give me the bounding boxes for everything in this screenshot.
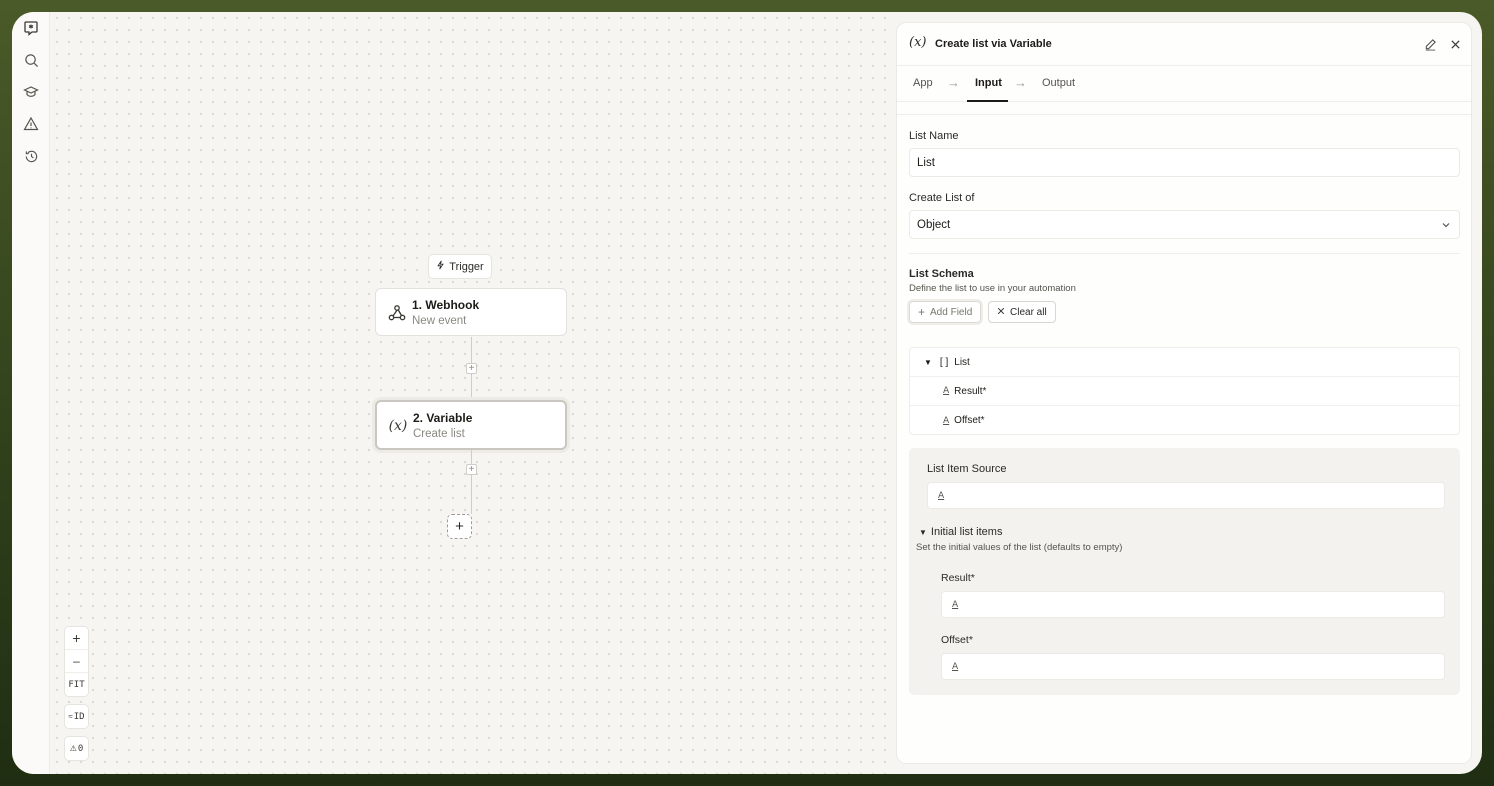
node-subtitle: New event <box>412 315 467 327</box>
warning-icon[interactable] <box>23 116 39 132</box>
eye-off-icon: ≈ <box>68 712 73 721</box>
panel-header: (x) Create list via Variable <box>897 23 1471 66</box>
caret-down-icon: ▼ <box>919 528 927 537</box>
webhook-node[interactable]: 1. Webhook New event <box>375 288 567 336</box>
schema-field-row[interactable]: A Offset* <box>910 406 1459 435</box>
schema-root-row[interactable]: ▼ [ ] List <box>910 348 1459 377</box>
initial-items-toggle[interactable]: ▼ Initial list items <box>919 526 1002 538</box>
list-item-source-section: List Item Source A ▼ Initial list items S… <box>909 448 1460 695</box>
variable-icon: (x) <box>909 35 927 50</box>
list-name-input[interactable]: List <box>909 148 1460 177</box>
initial-result-input[interactable]: A <box>941 591 1445 618</box>
step-tabs: App → Input → Output <box>897 66 1471 102</box>
node-subtitle: Create list <box>413 428 465 440</box>
schema-field-label: Offset* <box>954 415 985 426</box>
schema-field-row[interactable]: A Result* <box>910 377 1459 406</box>
workflow-canvas[interactable]: Trigger 1. Webhook New event + (x) 2. Va… <box>51 12 896 774</box>
trigger-badge[interactable]: Trigger <box>428 254 492 279</box>
graduation-cap-icon[interactable] <box>23 84 39 100</box>
insert-step-button[interactable]: + <box>466 464 477 475</box>
zoom-in-button[interactable]: + <box>65 627 88 650</box>
text-type-icon: A <box>952 661 959 672</box>
tab-app[interactable]: App <box>913 77 933 89</box>
history-icon[interactable] <box>23 148 39 164</box>
panel-title: Create list via Variable <box>935 38 1052 50</box>
step-config-panel: (x) Create list via Variable App → Input… <box>896 22 1472 764</box>
tab-output[interactable]: Output <box>1042 77 1075 89</box>
variable-icon: (x) <box>388 418 408 434</box>
initial-result-label: Result* <box>941 572 975 584</box>
caret-down-icon[interactable]: ▼ <box>924 358 932 367</box>
close-icon <box>997 307 1005 318</box>
initial-offset-input[interactable]: A <box>941 653 1445 680</box>
connector-line <box>471 450 472 514</box>
warning-icon: ⚠ <box>69 744 77 753</box>
zoom-out-button[interactable]: – <box>65 650 88 673</box>
arrow-right-icon: → <box>947 75 960 90</box>
warning-count: 0 <box>77 743 84 754</box>
zoom-controls: + – FIT <box>64 626 89 697</box>
warnings-button[interactable]: ⚠ 0 <box>64 736 89 761</box>
chevron-down-icon <box>1441 220 1451 230</box>
divider <box>897 114 1471 115</box>
node-title: 2. Variable <box>413 411 473 425</box>
logo-icon[interactable] <box>23 20 39 36</box>
schema-tree: ▼ [ ] List A Result* A Offset* <box>909 347 1460 435</box>
text-type-icon: A <box>938 490 945 501</box>
insert-step-button[interactable]: + <box>466 363 477 374</box>
toggle-id-button[interactable]: ≈ ID <box>64 704 89 729</box>
list-name-label: List Name <box>909 130 959 142</box>
add-step-button[interactable]: + <box>447 514 472 539</box>
close-icon[interactable] <box>1447 36 1463 52</box>
active-tab-indicator <box>967 100 1008 102</box>
initial-offset-label: Offset* <box>941 634 973 646</box>
left-rail <box>12 12 50 774</box>
id-label: ID <box>73 711 85 722</box>
schema-field-label: Result* <box>954 385 987 397</box>
array-type-glyph: [ ] <box>939 356 949 368</box>
list-schema-title: List Schema <box>909 268 974 280</box>
node-title: 1. Webhook <box>412 298 480 312</box>
bolt-icon <box>436 260 445 273</box>
list-item-source-input[interactable]: A <box>927 482 1445 509</box>
tab-input[interactable]: Input <box>975 77 1002 89</box>
initial-items-description: Set the initial values of the list (defa… <box>916 542 1123 553</box>
selected-value: Object <box>917 218 951 231</box>
clear-all-button[interactable]: Clear all <box>988 301 1056 323</box>
trigger-label: Trigger <box>449 260 484 273</box>
plus-icon: + <box>918 305 926 319</box>
divider <box>909 253 1460 254</box>
app-window: Trigger 1. Webhook New event + (x) 2. Va… <box>12 12 1482 774</box>
schema-root-label: List <box>954 356 970 368</box>
arrow-right-icon: → <box>1014 75 1027 90</box>
text-type-icon: A <box>952 599 959 610</box>
search-icon[interactable] <box>23 52 39 68</box>
list-schema-description: Define the list to use in your automatio… <box>909 283 1076 294</box>
variable-node[interactable]: (x) 2. Variable Create list <box>375 400 567 450</box>
text-type-icon: A <box>943 415 950 426</box>
add-field-button[interactable]: + Add Field <box>909 301 982 323</box>
webhook-icon <box>386 302 408 324</box>
create-list-of-select[interactable]: Object <box>909 210 1460 239</box>
edit-icon[interactable] <box>1422 36 1438 52</box>
text-type-icon: A <box>943 386 950 396</box>
fit-button[interactable]: FIT <box>65 673 88 696</box>
create-list-of-label: Create List of <box>909 192 975 204</box>
list-item-source-label: List Item Source <box>927 463 1007 475</box>
